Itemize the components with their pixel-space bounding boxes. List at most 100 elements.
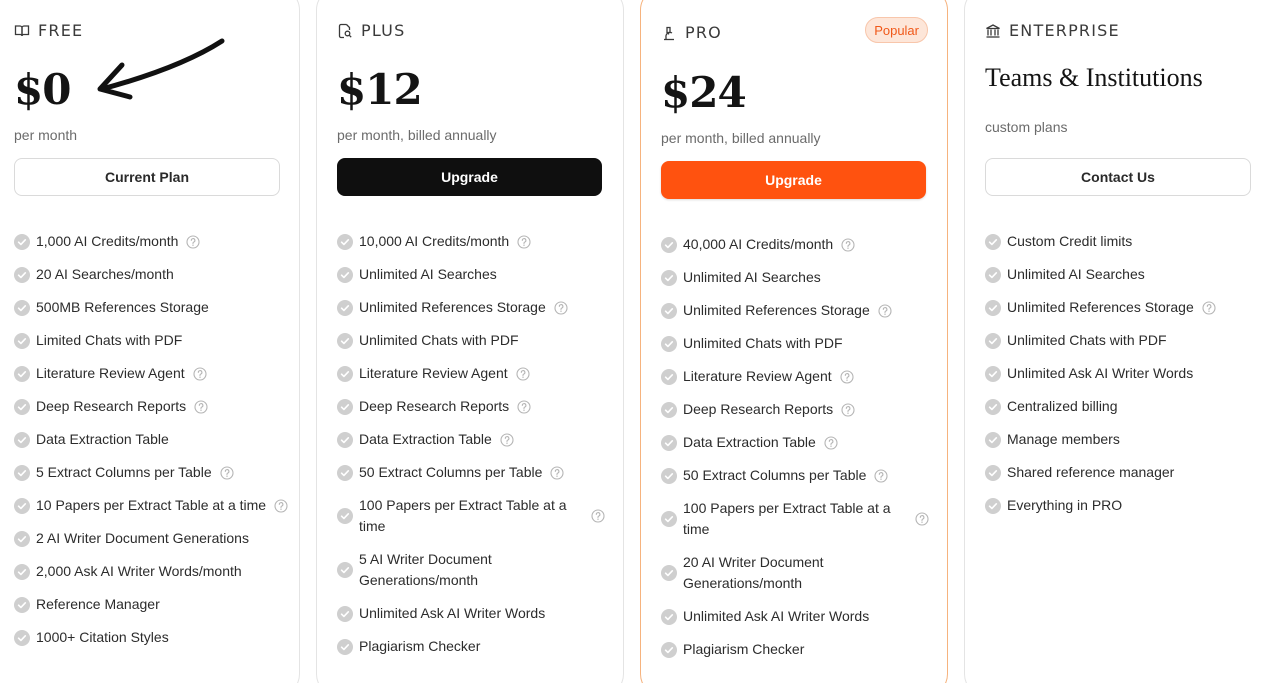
upgrade-plus-button[interactable]: Upgrade [337, 158, 602, 196]
help-circle-icon[interactable] [915, 512, 929, 526]
feature-label: Data Extraction Table [683, 434, 816, 450]
feature-label: Limited Chats with PDF [36, 332, 183, 348]
feature-list: 10,000 AI Credits/month Unlimited AI Sear… [337, 231, 605, 669]
check-circle-icon [661, 565, 677, 581]
institution-icon [985, 23, 1001, 39]
check-circle-icon [14, 365, 30, 382]
help-circle-icon[interactable] [874, 468, 888, 483]
check-circle-icon [337, 233, 353, 250]
feature-item: Deep Research Reports [337, 396, 603, 417]
check-circle-icon [661, 302, 677, 319]
feature-label: Unlimited Chats with PDF [1007, 332, 1167, 348]
current-plan-button[interactable]: Current Plan [14, 158, 280, 196]
feature-item: 40,000 AI Credits/month [661, 234, 927, 255]
feature-label: 20 AI Writer Document Generations/month [683, 554, 824, 591]
feature-label: 40,000 AI Credits/month [683, 236, 834, 252]
book-open-icon [14, 23, 30, 39]
feature-item: 1000+ Citation Styles [14, 627, 280, 648]
feature-item: Unlimited References Storage [337, 297, 603, 318]
plan-content: FREE $0 per month Current Plan 1,000 AI … [14, 1, 288, 683]
plan-name: ENTERPRISE [1009, 21, 1120, 40]
feature-label: Unlimited Ask AI Writer Words [1007, 365, 1194, 381]
feature-label: 10,000 AI Credits/month [359, 233, 510, 249]
help-circle-icon[interactable] [591, 509, 605, 523]
feature-label: Custom Credit limits [1007, 233, 1133, 249]
help-circle-icon[interactable] [1202, 300, 1216, 315]
feature-label: Unlimited References Storage [1007, 299, 1194, 315]
enterprise-title: Teams & Institutions [985, 63, 1203, 92]
help-circle-icon[interactable] [194, 399, 208, 414]
help-circle-icon[interactable] [517, 234, 531, 249]
check-circle-icon [14, 629, 30, 646]
plan-header: PLUS [337, 21, 405, 40]
check-circle-icon [661, 236, 677, 253]
check-circle-icon [337, 332, 353, 349]
plan-period: custom plans [985, 119, 1068, 135]
check-circle-icon [14, 266, 30, 283]
feature-label: Unlimited References Storage [359, 299, 546, 315]
feature-label: Everything in PRO [1007, 497, 1123, 513]
help-circle-icon[interactable] [824, 435, 838, 450]
arrow-annotation-icon [97, 38, 225, 100]
check-circle-icon [661, 434, 677, 451]
help-circle-icon[interactable] [193, 366, 207, 381]
document-search-icon [337, 23, 353, 39]
feature-label: Deep Research Reports [36, 398, 187, 414]
popular-badge: Popular [865, 17, 928, 43]
check-circle-icon [14, 299, 30, 316]
feature-label: Deep Research Reports [683, 401, 834, 417]
feature-label: 1000+ Citation Styles [36, 629, 169, 645]
feature-item: Custom Credit limits [985, 231, 1251, 252]
help-circle-icon[interactable] [516, 366, 530, 381]
check-circle-icon [661, 641, 677, 658]
feature-label: Unlimited Ask AI Writer Words [359, 605, 546, 621]
help-circle-icon[interactable] [841, 237, 855, 252]
feature-item: Data Extraction Table [337, 429, 603, 450]
help-circle-icon[interactable] [550, 465, 564, 480]
help-circle-icon[interactable] [500, 432, 514, 447]
help-circle-icon[interactable] [274, 498, 288, 513]
feature-label: 50 Extract Columns per Table [359, 464, 543, 480]
feature-label: Data Extraction Table [36, 431, 169, 447]
check-circle-icon [661, 467, 677, 484]
check-circle-icon [985, 497, 1001, 514]
plan-content: PLUS $12 per month, billed annually Upgr… [337, 1, 605, 683]
help-circle-icon[interactable] [517, 399, 531, 414]
check-circle-icon [985, 464, 1001, 481]
feature-item: Deep Research Reports [661, 399, 927, 420]
feature-item: Literature Review Agent [14, 363, 280, 384]
check-circle-icon [337, 508, 353, 524]
check-circle-icon [661, 335, 677, 352]
microscope-icon [661, 25, 677, 41]
help-circle-icon[interactable] [186, 234, 200, 249]
feature-item: Unlimited Chats with PDF [985, 330, 1251, 351]
check-circle-icon [985, 266, 1001, 283]
feature-item: 50 Extract Columns per Table [661, 465, 927, 486]
feature-item: 100 Papers per Extract Table at a time [661, 498, 929, 540]
feature-label: Unlimited Chats with PDF [683, 335, 843, 351]
check-circle-icon [661, 608, 677, 625]
check-circle-icon [985, 332, 1001, 349]
contact-us-button[interactable]: Contact Us [985, 158, 1251, 196]
check-circle-icon [337, 431, 353, 448]
feature-item: Everything in PRO [985, 495, 1251, 516]
feature-item: Literature Review Agent [337, 363, 603, 384]
check-circle-icon [985, 398, 1001, 415]
help-circle-icon[interactable] [841, 402, 855, 417]
plan-price: $12 [337, 65, 423, 114]
help-circle-icon[interactable] [840, 369, 854, 384]
plan-name: PLUS [361, 21, 406, 40]
help-circle-icon[interactable] [554, 300, 568, 315]
plan-header: FREE [14, 21, 83, 40]
help-circle-icon[interactable] [220, 465, 234, 480]
feature-item: 2,000 Ask AI Writer Words/month [14, 561, 280, 582]
feature-item: Centralized billing [985, 396, 1251, 417]
help-circle-icon[interactable] [878, 303, 892, 318]
feature-label: Centralized billing [1007, 398, 1118, 414]
check-circle-icon [337, 464, 353, 481]
plan-header: PRO [661, 23, 722, 42]
upgrade-pro-button[interactable]: Upgrade [661, 161, 926, 199]
feature-item: Plagiarism Checker [661, 639, 927, 660]
feature-label: 10 Papers per Extract Table at a time [36, 497, 267, 513]
check-circle-icon [14, 530, 30, 547]
